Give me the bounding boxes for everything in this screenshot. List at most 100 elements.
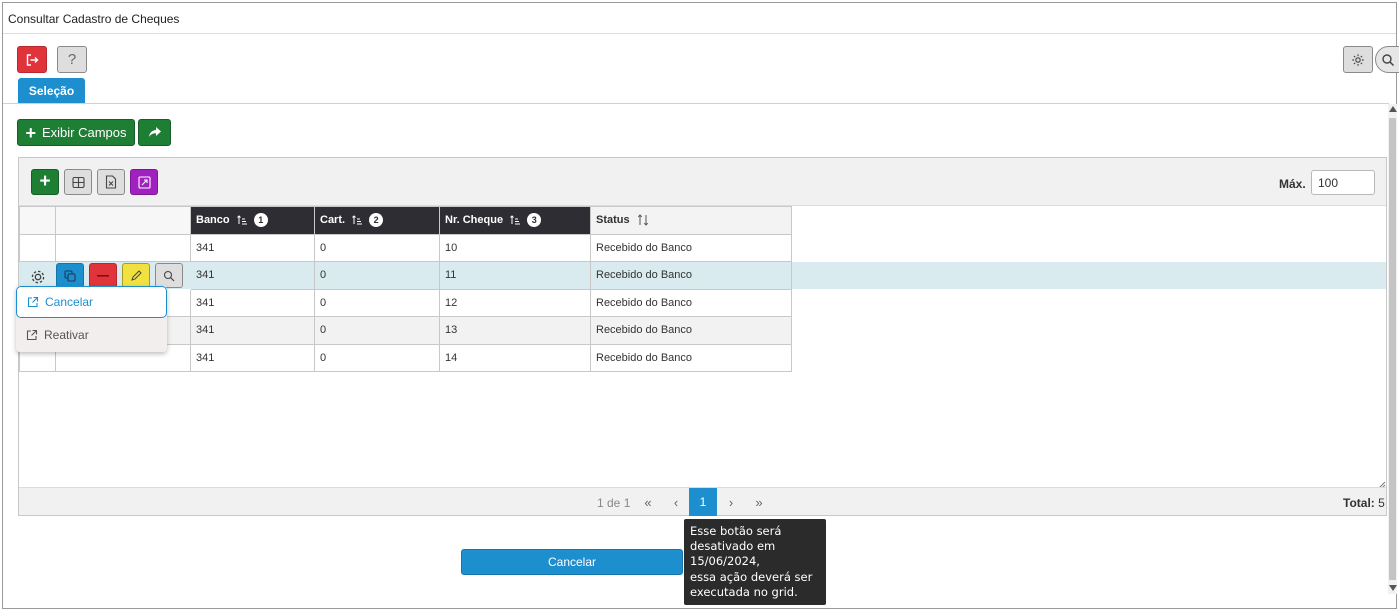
- cell-banco: 341: [190, 233, 315, 262]
- excel-icon: [105, 175, 117, 189]
- cell-banco: 341: [190, 343, 315, 372]
- pencil-icon: [131, 269, 142, 281]
- tooltip-line: executada no grid.: [690, 584, 798, 599]
- cell-banco: 341: [190, 316, 315, 345]
- menu-item-cancelar[interactable]: Cancelar: [16, 286, 167, 318]
- grid-panel: + Máx. Banco 1: [18, 157, 1387, 516]
- table-row[interactable]: 341 0 10 Recebido do Banco: [19, 233, 792, 262]
- exit-icon: [26, 53, 39, 66]
- row-menu-button[interactable]: [27, 266, 49, 288]
- table-icon: [71, 176, 85, 188]
- tab-selecao[interactable]: Seleção: [18, 78, 85, 103]
- edit-row-button[interactable]: [122, 263, 150, 288]
- double-chevron-right-icon: »: [755, 494, 763, 510]
- settings-button[interactable]: [1343, 46, 1373, 73]
- first-page-button[interactable]: «: [634, 488, 662, 516]
- cell-status: Recebido do Banco: [590, 288, 792, 317]
- title-divider: [3, 33, 1396, 34]
- resize-grip-icon[interactable]: [1378, 478, 1386, 489]
- scrollbar-thumb[interactable]: [1389, 118, 1396, 580]
- delete-row-button[interactable]: [89, 263, 117, 288]
- header-select-cell: [19, 206, 56, 235]
- export-excel-button[interactable]: [97, 169, 125, 195]
- cell-status: Recebido do Banco: [590, 261, 792, 290]
- tooltip-line: essa ação deverá ser: [690, 569, 813, 584]
- tab-divider: [3, 103, 1389, 104]
- grid-body: Banco 1 Cart. 2 Nr. Cheque 3 Status 341 …: [19, 206, 1386, 487]
- exit-button[interactable]: [17, 46, 47, 73]
- sort-order-badge: 2: [369, 213, 384, 228]
- help-button[interactable]: ?: [57, 46, 87, 73]
- chevron-left-icon: ‹: [673, 494, 679, 510]
- share-button[interactable]: [138, 119, 171, 146]
- max-records-input[interactable]: [1311, 170, 1375, 195]
- share-icon: [148, 127, 161, 137]
- cell-cart: 0: [314, 343, 440, 372]
- column-header-status[interactable]: Status: [590, 206, 792, 235]
- row-select-cell[interactable]: [19, 233, 56, 262]
- tooltip-line: 15/06/2024,: [690, 554, 760, 569]
- help-icon: ?: [67, 51, 77, 68]
- prev-page-button[interactable]: ‹: [662, 488, 690, 516]
- cancel-tooltip: Esse botão será desativado em 15/06/2024…: [684, 519, 826, 605]
- cell-nr-cheque: 11: [439, 261, 591, 290]
- search-icon: [1382, 53, 1395, 66]
- chevron-right-icon: ›: [728, 494, 734, 510]
- menu-item-label: Reativar: [44, 328, 89, 342]
- scroll-down-icon[interactable]: [1389, 585, 1397, 591]
- max-label: Máx.: [1279, 177, 1306, 191]
- sort-both-icon: [637, 214, 648, 227]
- sort-ascending-icon: [236, 215, 247, 225]
- next-page-button[interactable]: ›: [717, 488, 745, 516]
- cell-cart: 0: [314, 261, 440, 290]
- add-record-button[interactable]: +: [31, 169, 59, 195]
- search-icon: [163, 270, 175, 281]
- minus-icon: [97, 274, 109, 277]
- cell-cart: 0: [314, 233, 440, 262]
- grid-toolbar: + Máx.: [19, 158, 1386, 206]
- row-actions-cell: [55, 233, 191, 262]
- cancel-button[interactable]: Cancelar: [461, 549, 683, 575]
- cell-status: Recebido do Banco: [590, 316, 792, 345]
- menu-item-reativar[interactable]: Reativar: [16, 319, 167, 351]
- last-page-button[interactable]: »: [745, 488, 773, 516]
- sort-ascending-icon: [352, 215, 363, 225]
- show-fields-button[interactable]: + Exibir Campos: [17, 119, 135, 146]
- sort-ascending-icon: [510, 215, 521, 225]
- total-value: 5: [1378, 496, 1385, 510]
- show-fields-label: Exibir Campos: [41, 125, 127, 140]
- total-label: Total:: [1343, 496, 1375, 510]
- cell-nr-cheque: 10: [439, 233, 591, 262]
- menu-item-label: Cancelar: [45, 295, 94, 309]
- page-info: 1 de 1: [597, 496, 631, 510]
- cell-nr-cheque: 12: [439, 288, 591, 317]
- cell-status: Recebido do Banco: [590, 233, 792, 262]
- column-header-banco[interactable]: Banco 1: [190, 206, 315, 235]
- external-link-icon: [27, 296, 39, 308]
- column-header-cart[interactable]: Cart. 2: [314, 206, 440, 235]
- tooltip-line: desativado em: [690, 539, 776, 554]
- cell-status: Recebido do Banco: [590, 343, 792, 372]
- copy-row-button[interactable]: [56, 263, 84, 288]
- expand-grid-button[interactable]: [130, 169, 158, 195]
- cell-nr-cheque: 13: [439, 316, 591, 345]
- page-title: Consultar Cadastro de Cheques: [8, 12, 180, 26]
- total-count: Total: 5: [1343, 496, 1385, 510]
- cell-cart: 0: [314, 288, 440, 317]
- view-row-button[interactable]: [155, 263, 183, 288]
- column-header-nr-cheque[interactable]: Nr. Cheque 3: [439, 206, 591, 235]
- cell-banco: 341: [190, 288, 315, 317]
- plus-icon: +: [25, 122, 36, 143]
- plus-icon: +: [39, 171, 51, 192]
- row-context-menu: Cancelar Reativar: [16, 286, 167, 352]
- expand-icon: [137, 175, 151, 189]
- search-button[interactable]: [1375, 46, 1399, 73]
- scroll-up-icon[interactable]: [1389, 106, 1397, 112]
- header-actions-cell: [55, 206, 191, 235]
- gear-icon: [1352, 53, 1364, 66]
- double-chevron-left-icon: «: [644, 494, 652, 510]
- tooltip-line: Esse botão será: [690, 524, 782, 538]
- grid-layout-button[interactable]: [64, 169, 92, 195]
- current-page-button[interactable]: 1: [689, 488, 717, 516]
- external-link-icon: [26, 329, 38, 341]
